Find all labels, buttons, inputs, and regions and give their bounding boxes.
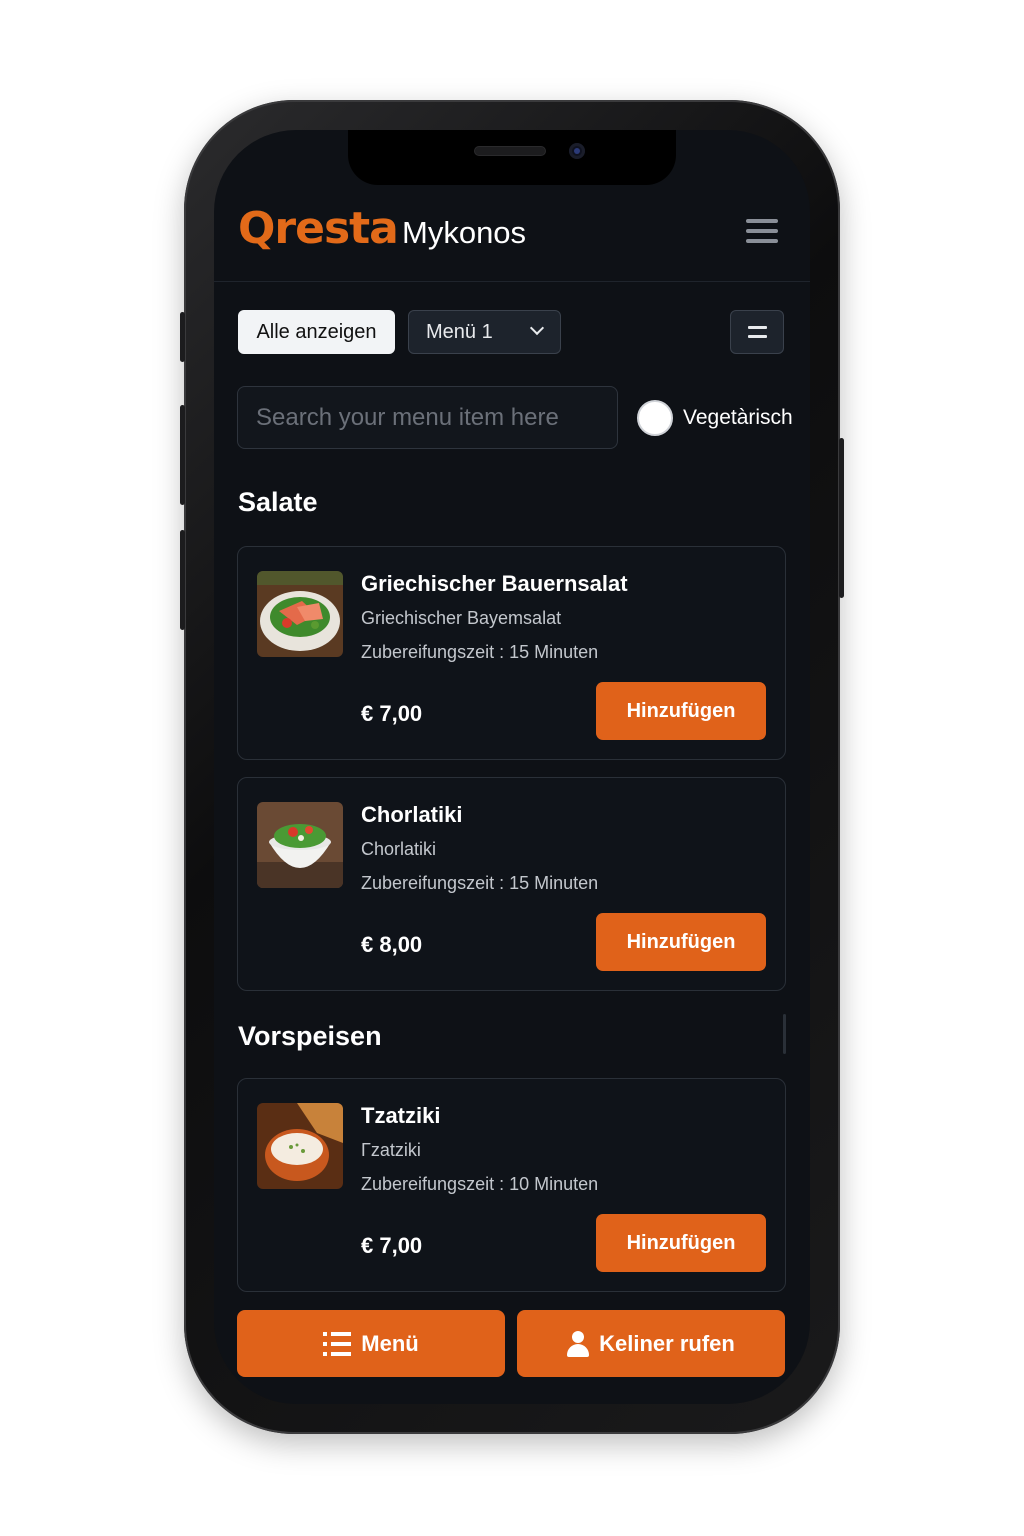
item-price: € 7,00 [361,1233,423,1258]
restaurant-name: Mykonos [402,215,527,250]
add-to-cart-button[interactable]: Hinzufügen [596,913,766,971]
call-waiter-label: Keliner rufen [599,1330,735,1356]
user-icon [567,1330,590,1357]
menu-item-card: Tzatziki Γzatziki Zubereifungszeit : 10 … [237,1078,786,1292]
item-name: Tzatziki [361,1103,441,1128]
item-price: € 7,00 [361,701,423,726]
section-title-vorspeisen: Vorspeisen [238,1021,382,1051]
item-description: Chorlatiki [361,839,437,859]
view-toggle-button[interactable] [730,310,784,354]
item-name: Chorlatiki [361,802,463,827]
chevron-down-icon [529,320,545,336]
mute-switch [180,312,185,362]
scrollbar[interactable] [783,1014,786,1054]
front-camera [569,143,585,159]
notch [348,130,676,185]
food-image-salad [257,571,343,657]
item-description: Griechischer Bayemsalat [361,608,562,628]
hamburger-icon[interactable] [746,219,778,247]
power-button [839,438,844,598]
brand-logo: Qresta [238,203,399,254]
menu-item-card: Griechischer Bauernsalat Griechischer Ba… [237,546,786,760]
item-description: Γzatziki [361,1140,421,1160]
volume-up-button [180,405,185,505]
add-to-cart-button[interactable]: Hinzufügen [596,1214,766,1272]
menu-select[interactable]: Menü 1 [408,310,561,354]
call-waiter-button[interactable]: Keliner rufen [517,1310,785,1377]
volume-down-button [180,530,185,630]
vegetarian-toggle[interactable] [637,400,673,436]
list-icon [323,1331,352,1356]
food-image-bowl-salad [257,802,343,888]
equals-icon-line [748,335,767,338]
item-prep-time: Zubereifungszeit : 10 Minuten [361,1174,599,1194]
item-name: Griechischer Bauernsalat [361,571,628,596]
item-prep-time: Zubereifungszeit : 15 Minuten [361,873,599,893]
item-price: € 8,00 [361,932,423,957]
vegetarian-label: Vegetàrisch [683,406,793,429]
section-title-salate: Salate [238,487,318,517]
search-input[interactable] [237,386,618,449]
menu-button-label: Menü [361,1330,419,1356]
equals-icon [748,326,767,329]
item-prep-time: Zubereifungszeit : 15 Minuten [361,642,599,662]
menu-select-value: Menü 1 [426,320,493,343]
earpiece-speaker [474,146,546,156]
food-image-tzatziki [257,1103,343,1189]
menu-button[interactable]: Menü [237,1310,505,1377]
menu-item-card: Chorlatiki Chorlatiki Zubereifungszeit :… [237,777,786,991]
app-header: Qresta Mykonos [214,185,810,282]
add-to-cart-button[interactable]: Hinzufügen [596,682,766,740]
show-all-button[interactable]: Alle anzeigen [238,310,395,354]
